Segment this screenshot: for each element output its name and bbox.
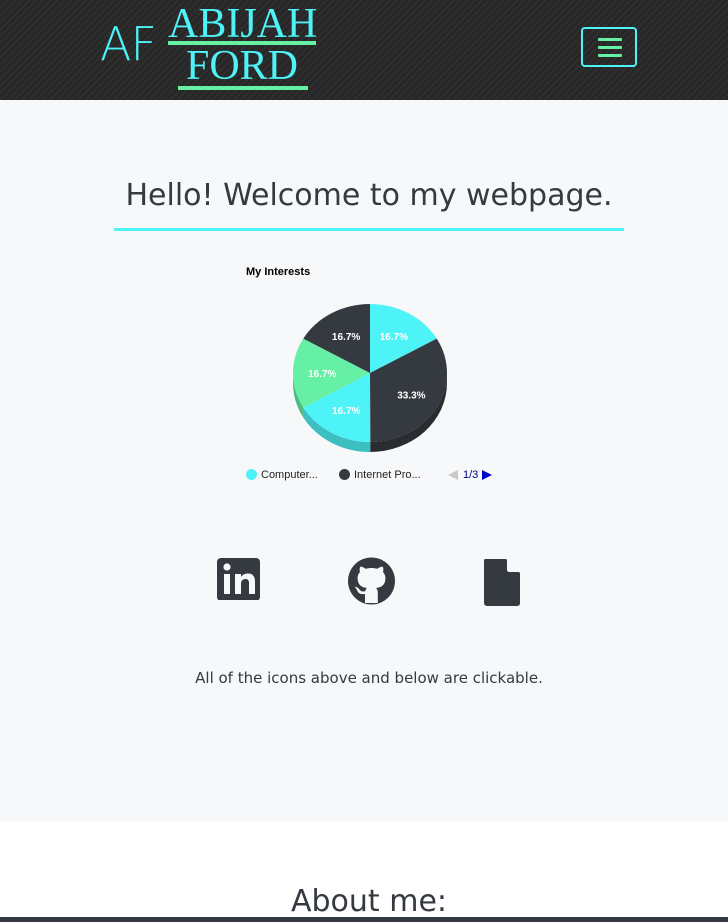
pie-slice-label: 16.7%	[332, 332, 360, 343]
menu-toggle-button[interactable]	[581, 27, 637, 67]
legend-page-indicator: 1/3	[463, 469, 479, 481]
logo-last-name: FORD	[185, 43, 299, 89]
about-section: About me:	[0, 822, 728, 922]
pie-slice-label: 33.3%	[397, 390, 425, 401]
pie-slice-label: 16.7%	[332, 406, 360, 417]
legend-label: Internet Pro...	[354, 469, 421, 481]
document-icon	[484, 559, 520, 606]
github-icon	[348, 557, 395, 605]
pie-chart: 16.7% 33.3% 16.7% 16.7% 16.7%	[293, 304, 447, 452]
github-link[interactable]	[347, 556, 397, 610]
site-logo[interactable]: AF ABIJAH FORD	[100, 1, 330, 90]
clickable-icons-note: All of the icons above and below are cli…	[195, 669, 543, 687]
legend-swatch	[339, 469, 350, 480]
pie-slice-label: 16.7%	[308, 369, 336, 380]
legend-swatch	[246, 469, 257, 480]
legend-prev-arrow-icon[interactable]	[448, 470, 458, 480]
next-section-edge	[0, 917, 728, 922]
resume-link[interactable]	[482, 556, 522, 612]
title-underline	[114, 228, 624, 231]
navbar: AF ABIJAH FORD	[0, 0, 728, 100]
linkedin-link[interactable]	[217, 556, 261, 604]
logo-initials: AF	[100, 17, 157, 71]
linkedin-icon	[217, 558, 260, 601]
pie-slice-label: 16.7%	[380, 332, 408, 343]
logo-first-name: ABIJAH	[168, 1, 318, 47]
interests-chart: My Interests 16.7% 33.3% 16.7% 16.7% 16.7% C…	[236, 258, 506, 490]
legend-label: Computer...	[261, 469, 318, 481]
page-title: Hello! Welcome to my webpage.	[125, 178, 613, 213]
legend-next-arrow-icon[interactable]	[482, 470, 492, 480]
logo-underline-bottom	[178, 86, 308, 90]
